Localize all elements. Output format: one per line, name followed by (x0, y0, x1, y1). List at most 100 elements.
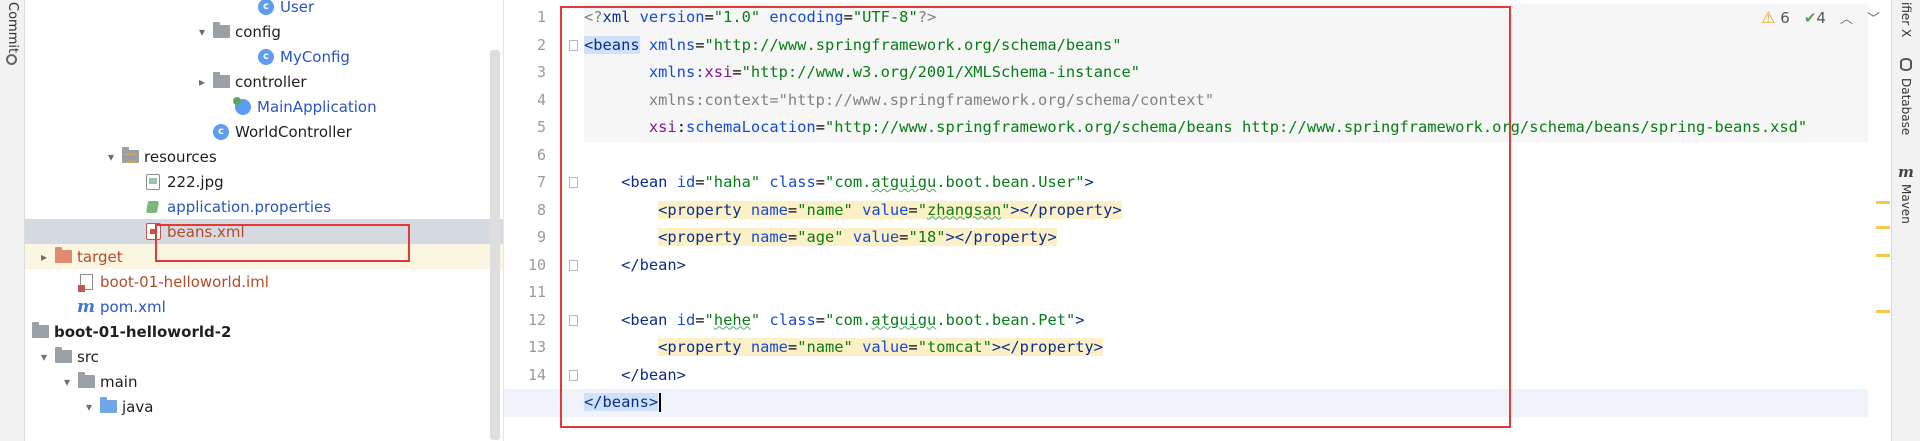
value-class-post: .boot.bean.User" (936, 173, 1085, 191)
code-line-2[interactable]: <beans xmlns="http://www.springframework… (584, 31, 1868, 59)
tree-row[interactable]: c WorldController (25, 119, 503, 144)
tree-item-label: boot-01-helloworld-2 (54, 322, 232, 341)
warning-marker[interactable] (1876, 226, 1890, 229)
property-open-tag: <property (658, 200, 742, 219)
code-line-8[interactable]: <property name="name" value="zhangsan"><… (584, 197, 1868, 225)
warnings-indicator[interactable]: ⚠ 6 (1761, 8, 1790, 27)
folder-icon (76, 372, 96, 391)
database-tool-tab[interactable]: Database (1899, 78, 1913, 135)
chevron-down-icon[interactable]: ▾ (80, 400, 98, 414)
warning-marker[interactable] (1876, 310, 1890, 313)
tree-row[interactable]: ▾ config (25, 19, 503, 44)
right-tool-strip: ifier X Database m Maven (1891, 0, 1920, 441)
value-name: "name" (797, 338, 853, 356)
tree-row[interactable]: ▾ resources (25, 144, 503, 169)
property-open-tag: <property (658, 338, 742, 356)
warnings-count: 6 (1780, 9, 1790, 27)
line-number: 13 (527, 338, 546, 356)
value-class-typo: atguigu (871, 310, 937, 329)
ns-colon: : (695, 63, 705, 81)
tag-close: > (1084, 173, 1094, 191)
value-name: "name" (797, 200, 853, 219)
spring-boot-icon (233, 96, 253, 116)
fold-marker-icon[interactable] (569, 369, 578, 381)
tree-row[interactable]: ▸ target (25, 244, 503, 269)
code-line-3[interactable]: xmlns:xsi="http://www.w3.org/2001/XMLSch… (584, 59, 1868, 87)
line-number: 9 (536, 228, 546, 246)
chevron-right-icon[interactable]: ▸ (35, 250, 53, 264)
quote-open: " (917, 200, 927, 219)
code-line-13[interactable]: <property name="name" value="tomcat"></p… (584, 334, 1868, 362)
value-name: "age" (797, 228, 844, 246)
value-typo: zhangsan (926, 200, 1002, 219)
notifications-tool-tab[interactable]: ifier X (1899, 2, 1913, 37)
tree-row[interactable]: ▸ controller (25, 69, 503, 94)
tree-row[interactable]: beans.xml (25, 219, 503, 244)
maven-tool-tab[interactable]: Maven (1899, 184, 1913, 224)
fold-marker-icon[interactable] (569, 39, 578, 51)
attr-class: class (769, 173, 816, 191)
tree-row[interactable]: ▾ java (25, 394, 503, 419)
code-line-4[interactable]: xmlns:context="http://www.springframewor… (584, 86, 1868, 114)
code-line-9[interactable]: <property name="age" value="18"></proper… (584, 224, 1868, 252)
attr-class: class (769, 310, 816, 329)
code-line-5[interactable]: xsi:schemaLocation="http://www.springfra… (584, 114, 1868, 142)
beans-open-tag: <beans (584, 35, 640, 54)
database-icon[interactable] (1900, 58, 1912, 71)
weak-warnings-indicator[interactable]: ✔4 (1804, 9, 1826, 27)
editor-error-stripe[interactable] (1874, 0, 1890, 441)
fold-marker-icon[interactable] (569, 314, 578, 326)
previous-highlight-icon[interactable]: ︿ (1840, 8, 1853, 27)
chevron-down-icon[interactable]: ▾ (35, 350, 53, 364)
tree-item-label: pom.xml (100, 297, 166, 316)
commit-tool-tab[interactable]: Commit (5, 2, 20, 53)
class-icon: c (211, 123, 231, 141)
chevron-down-icon[interactable]: ▾ (193, 25, 211, 39)
bean-close-tag: </bean> (621, 255, 686, 274)
tree-row[interactable]: ▾ src (25, 344, 503, 369)
code-line-15[interactable]: </beans> (504, 389, 1868, 417)
tree-row[interactable]: boot-01-helloworld.iml (25, 269, 503, 294)
line-number: 2 (536, 35, 546, 54)
tree-row[interactable]: c User (25, 0, 503, 19)
tree-row[interactable]: application.properties (25, 194, 503, 219)
line-number: 1 (536, 8, 546, 26)
xml-editor[interactable]: 123456789101112131415 <?xml version="1.0… (504, 0, 1892, 441)
tree-item-label: 222.jpg (167, 172, 224, 191)
warning-marker[interactable] (1876, 201, 1890, 204)
value-class-typo: atguigu (871, 173, 937, 191)
resources-folder-icon (120, 147, 140, 166)
commit-icon[interactable] (6, 54, 17, 65)
code-line-12[interactable]: <bean id="hehe" class="com.atguigu.boot.… (584, 307, 1868, 335)
weak-warnings-count: 4 (1816, 8, 1826, 27)
code-line-10[interactable]: </bean> (584, 252, 1868, 280)
chevron-right-icon[interactable]: ▸ (193, 75, 211, 89)
weak-warning-icon: ✔ (1803, 8, 1817, 27)
text-caret (659, 393, 662, 412)
chevron-down-icon[interactable]: ▾ (58, 375, 76, 389)
tree-row[interactable]: c MyConfig (25, 44, 503, 69)
code-line-7[interactable]: <bean id="haha" class="com.atguigu.boot.… (584, 169, 1868, 197)
chevron-down-icon[interactable]: ▾ (102, 150, 120, 164)
line-number: 4 (536, 90, 546, 109)
code-line-14[interactable]: </bean> (584, 362, 1868, 390)
tree-row[interactable]: ▾boot-01-helloworld-2 (25, 319, 503, 344)
fold-marker-icon[interactable] (569, 177, 578, 188)
tree-row[interactable]: 222.jpg (25, 169, 503, 194)
properties-file-icon (143, 198, 163, 216)
value-class-post: .boot.bean.Pet" (936, 310, 1076, 329)
tree-row[interactable]: m pom.xml (25, 294, 503, 319)
tree-item-label: MyConfig (280, 47, 350, 66)
maven-icon[interactable]: m (1898, 163, 1914, 181)
tree-row[interactable]: ▾ main (25, 369, 503, 394)
warning-marker[interactable] (1876, 254, 1890, 257)
inspection-widget[interactable]: ⚠ 6 ✔4 ︿ ﹀ (1761, 8, 1880, 27)
iml-file-icon (76, 273, 96, 292)
warning-icon: ⚠ (1761, 8, 1776, 27)
project-tree-scrollbar[interactable] (490, 50, 500, 440)
property-close-tag: ></property> (945, 228, 1057, 246)
tree-row[interactable]: MainApplication (25, 94, 503, 119)
left-tool-strip: Commit (0, 0, 25, 441)
code-line-1[interactable]: <?xml version="1.0" encoding="UTF-8"?> (584, 4, 1868, 32)
fold-marker-icon[interactable] (569, 259, 578, 271)
